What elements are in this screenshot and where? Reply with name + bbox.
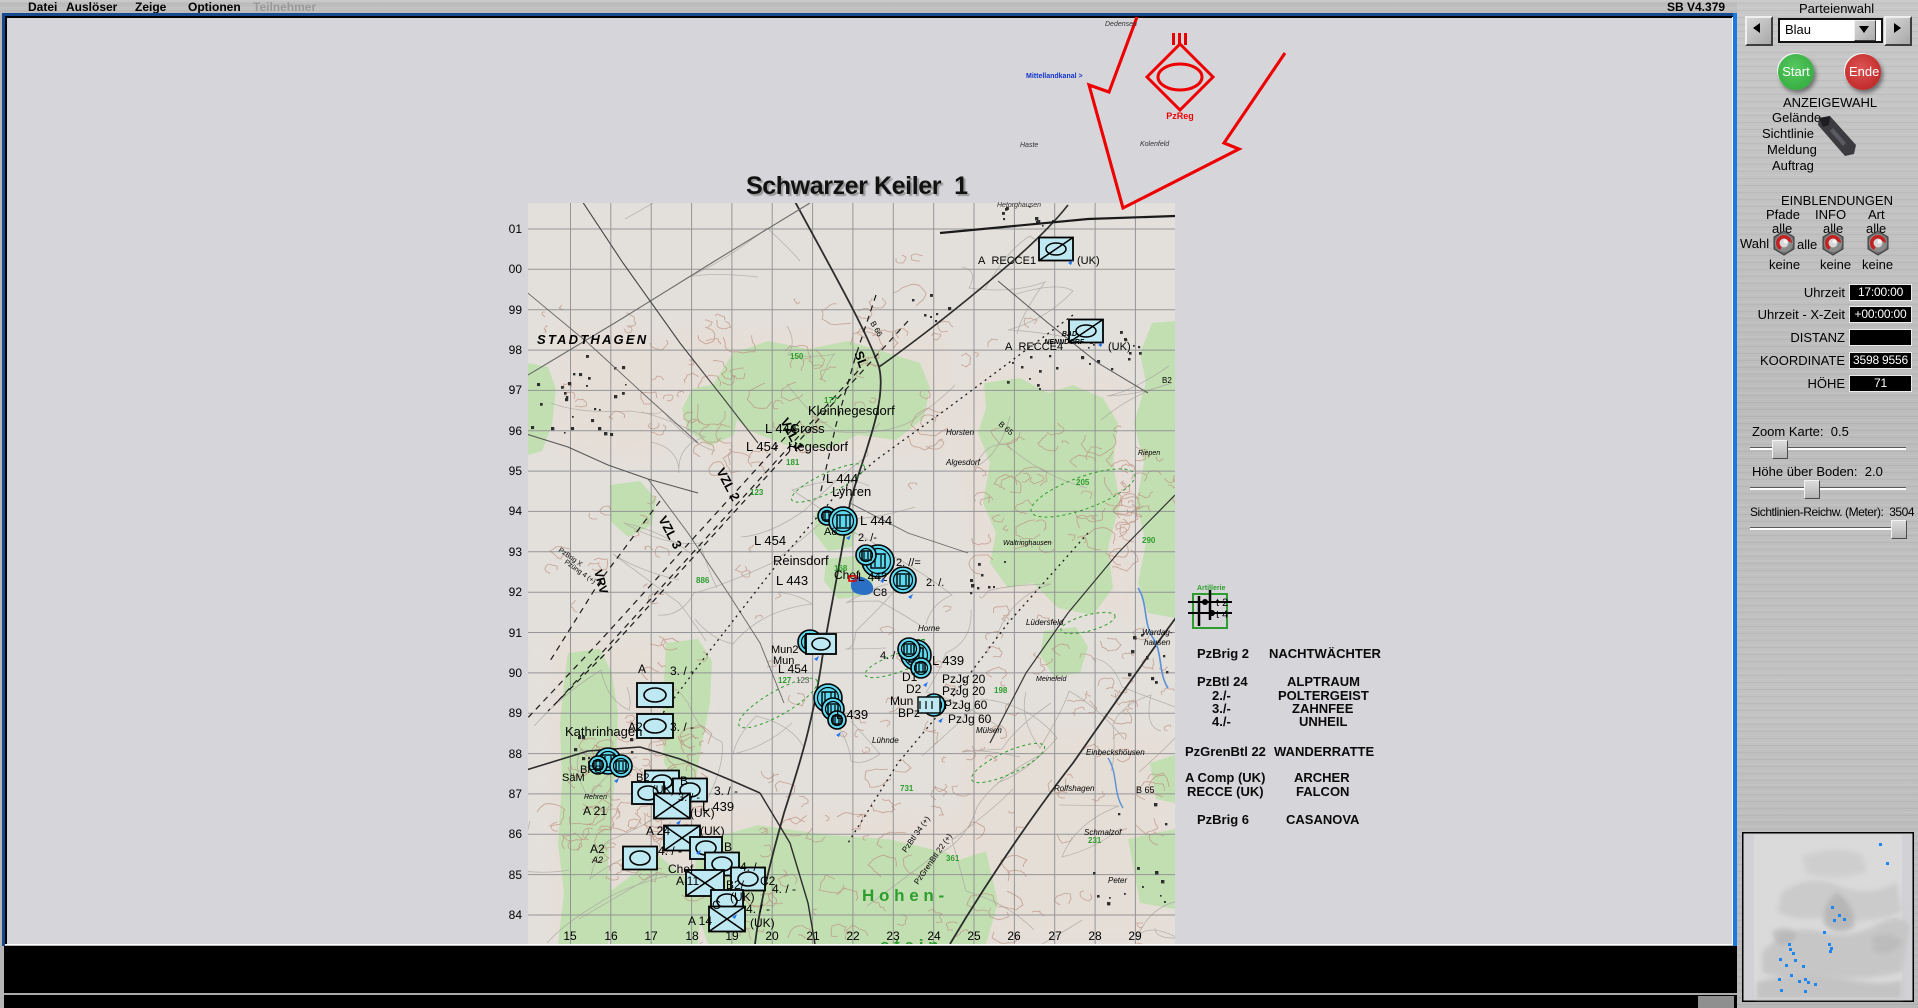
- svg-text:Mittellandkanal >: Mittellandkanal >: [1026, 73, 1083, 80]
- svg-text:t 2: t 2: [1216, 597, 1228, 609]
- svg-text:PzReg: PzReg: [1166, 111, 1194, 121]
- svg-text:Artillerie: Artillerie: [1197, 585, 1226, 592]
- svg-text:Dedensen: Dedensen: [1105, 21, 1137, 28]
- svg-text:t 4: t 4: [1216, 609, 1228, 621]
- svg-text:Hetorghausen: Hetorghausen: [997, 202, 1041, 209]
- svg-text:Kolenfeld: Kolenfeld: [1140, 141, 1170, 148]
- svg-text:Haste: Haste: [1020, 142, 1038, 149]
